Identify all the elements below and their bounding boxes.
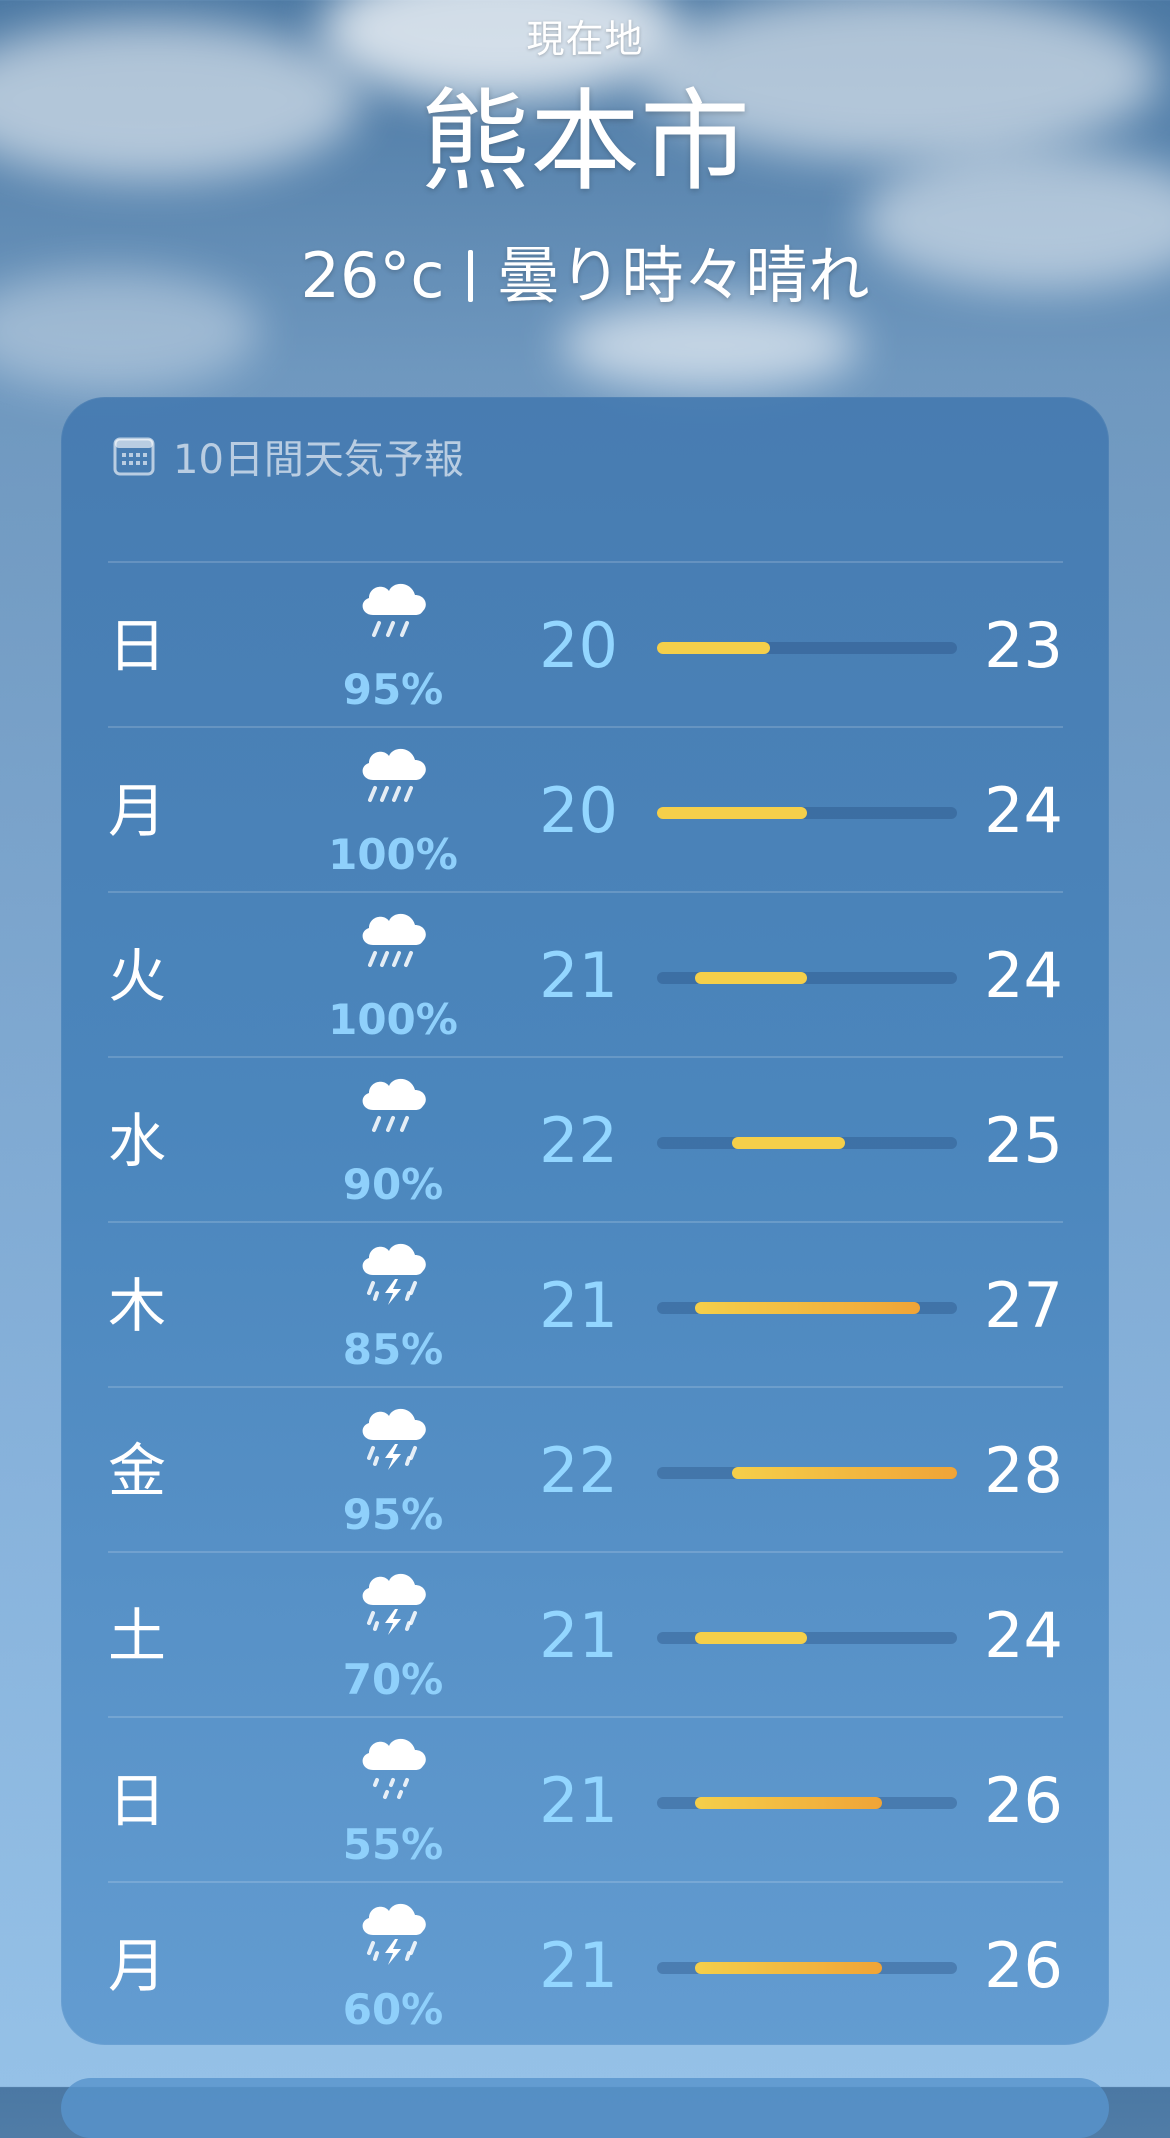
- temp-range-bar: [657, 1797, 957, 1809]
- low-temp: 21: [539, 1929, 618, 2002]
- temp-range-fill: [694, 1302, 920, 1314]
- low-temp: 21: [539, 1599, 618, 1672]
- current-temperature: 26°c: [300, 238, 445, 312]
- precip-chance: 90%: [342, 1160, 444, 1209]
- low-temp: 21: [539, 939, 618, 1012]
- cloud-heavy-rain-icon: [353, 901, 433, 981]
- temp-range-fill: [732, 1467, 957, 1479]
- cloud-drizzle-icon: [353, 1726, 433, 1806]
- low-temp: 22: [539, 1104, 618, 1177]
- high-temp: 28: [984, 1434, 1063, 1507]
- high-temp: 27: [984, 1269, 1063, 1342]
- cloud-bolt-rain-icon: [353, 1891, 433, 1971]
- day-label: 日: [108, 1767, 167, 1835]
- day-label: 金: [108, 1437, 167, 1505]
- calendar-icon: [113, 437, 155, 476]
- day-label: 土: [108, 1602, 167, 1670]
- forecast-row[interactable]: 水 90% 22 25: [108, 1056, 1063, 1221]
- high-temp: 25: [984, 1104, 1063, 1177]
- forecast-row[interactable]: 日 55% 21 26: [108, 1716, 1063, 1881]
- cloud-rain-icon: [353, 571, 433, 651]
- day-label: 月: [108, 1932, 167, 2000]
- temp-range-bar: [657, 1962, 957, 1974]
- temp-range-bar: [657, 642, 957, 654]
- day-label: 木: [108, 1272, 167, 1340]
- temp-range-bar: [657, 1137, 957, 1149]
- forecast-row[interactable]: 木 85% 21 27: [108, 1221, 1063, 1386]
- precip-chance: 55%: [342, 1820, 444, 1869]
- precip-chance: 95%: [342, 1490, 444, 1539]
- temp-range-fill: [657, 642, 770, 654]
- forecast-row[interactable]: 土 70% 21 24: [108, 1551, 1063, 1716]
- temp-range-fill: [694, 1962, 882, 1974]
- precip-chance: 70%: [342, 1655, 444, 1704]
- forecast-row[interactable]: 火 100% 21 24: [108, 891, 1063, 1056]
- low-temp: 21: [539, 1269, 618, 1342]
- forecast-row[interactable]: 月 60% 21 26: [108, 1881, 1063, 2046]
- forecast-title: 10日間天気予報: [173, 437, 464, 483]
- temp-range-fill: [657, 807, 807, 819]
- location-label: 現在地: [526, 17, 644, 61]
- low-temp: 20: [539, 609, 618, 682]
- temp-range-fill: [694, 972, 807, 984]
- cloud-bolt-rain-icon: [353, 1231, 433, 1311]
- next-panel: [61, 2078, 1109, 2138]
- ten-day-forecast-panel[interactable]: 10日間天気予報 日 95% 20 23 月 100% 20 24 火 100% 21 24 水 90% 2…: [61, 397, 1109, 2045]
- forecast-panel-header: 10日間天気予報: [113, 431, 464, 483]
- divider: [468, 249, 474, 302]
- cloud-bolt-rain-icon: [353, 1561, 433, 1641]
- city-name: 熊本市: [420, 78, 750, 206]
- high-temp: 24: [984, 774, 1063, 847]
- temp-range-bar: [657, 1302, 957, 1314]
- temp-range-bar: [657, 972, 957, 984]
- cloud-rain-icon: [353, 1066, 433, 1146]
- current-conditions: 26°c 曇り時々晴れ: [0, 232, 1170, 316]
- temp-range-bar: [657, 807, 957, 819]
- temp-range-bar: [657, 1467, 957, 1479]
- precip-chance: 100%: [328, 830, 458, 879]
- high-temp: 23: [984, 609, 1063, 682]
- high-temp: 26: [984, 1929, 1063, 2002]
- day-label: 日: [108, 612, 167, 680]
- high-temp: 26: [984, 1764, 1063, 1837]
- forecast-row[interactable]: 月 100% 20 24: [108, 726, 1063, 891]
- temp-range-bar: [657, 1632, 957, 1644]
- current-condition-text: 曇り時々晴れ: [497, 238, 870, 312]
- precip-chance: 95%: [342, 665, 444, 714]
- cloud-heavy-rain-icon: [353, 736, 433, 816]
- high-temp: 24: [984, 1599, 1063, 1672]
- low-temp: 22: [539, 1434, 618, 1507]
- cloud-bolt-rain-icon: [353, 1396, 433, 1476]
- low-temp: 20: [539, 774, 618, 847]
- temp-range-fill: [694, 1632, 807, 1644]
- day-label: 火: [108, 942, 167, 1010]
- forecast-row[interactable]: 金 95% 22 28: [108, 1386, 1063, 1551]
- high-temp: 24: [984, 939, 1063, 1012]
- precip-chance: 60%: [342, 1985, 444, 2034]
- precip-chance: 100%: [328, 995, 458, 1044]
- forecast-rows: 日 95% 20 23 月 100% 20 24 火 100% 21 24 水 90% 22 25 木 85% 21…: [108, 561, 1063, 2046]
- precip-chance: 85%: [342, 1325, 444, 1374]
- temp-range-fill: [694, 1797, 882, 1809]
- temp-range-fill: [732, 1137, 845, 1149]
- low-temp: 21: [539, 1764, 618, 1837]
- forecast-row[interactable]: 日 95% 20 23: [108, 561, 1063, 726]
- day-label: 月: [108, 777, 167, 845]
- day-label: 水: [108, 1107, 167, 1175]
